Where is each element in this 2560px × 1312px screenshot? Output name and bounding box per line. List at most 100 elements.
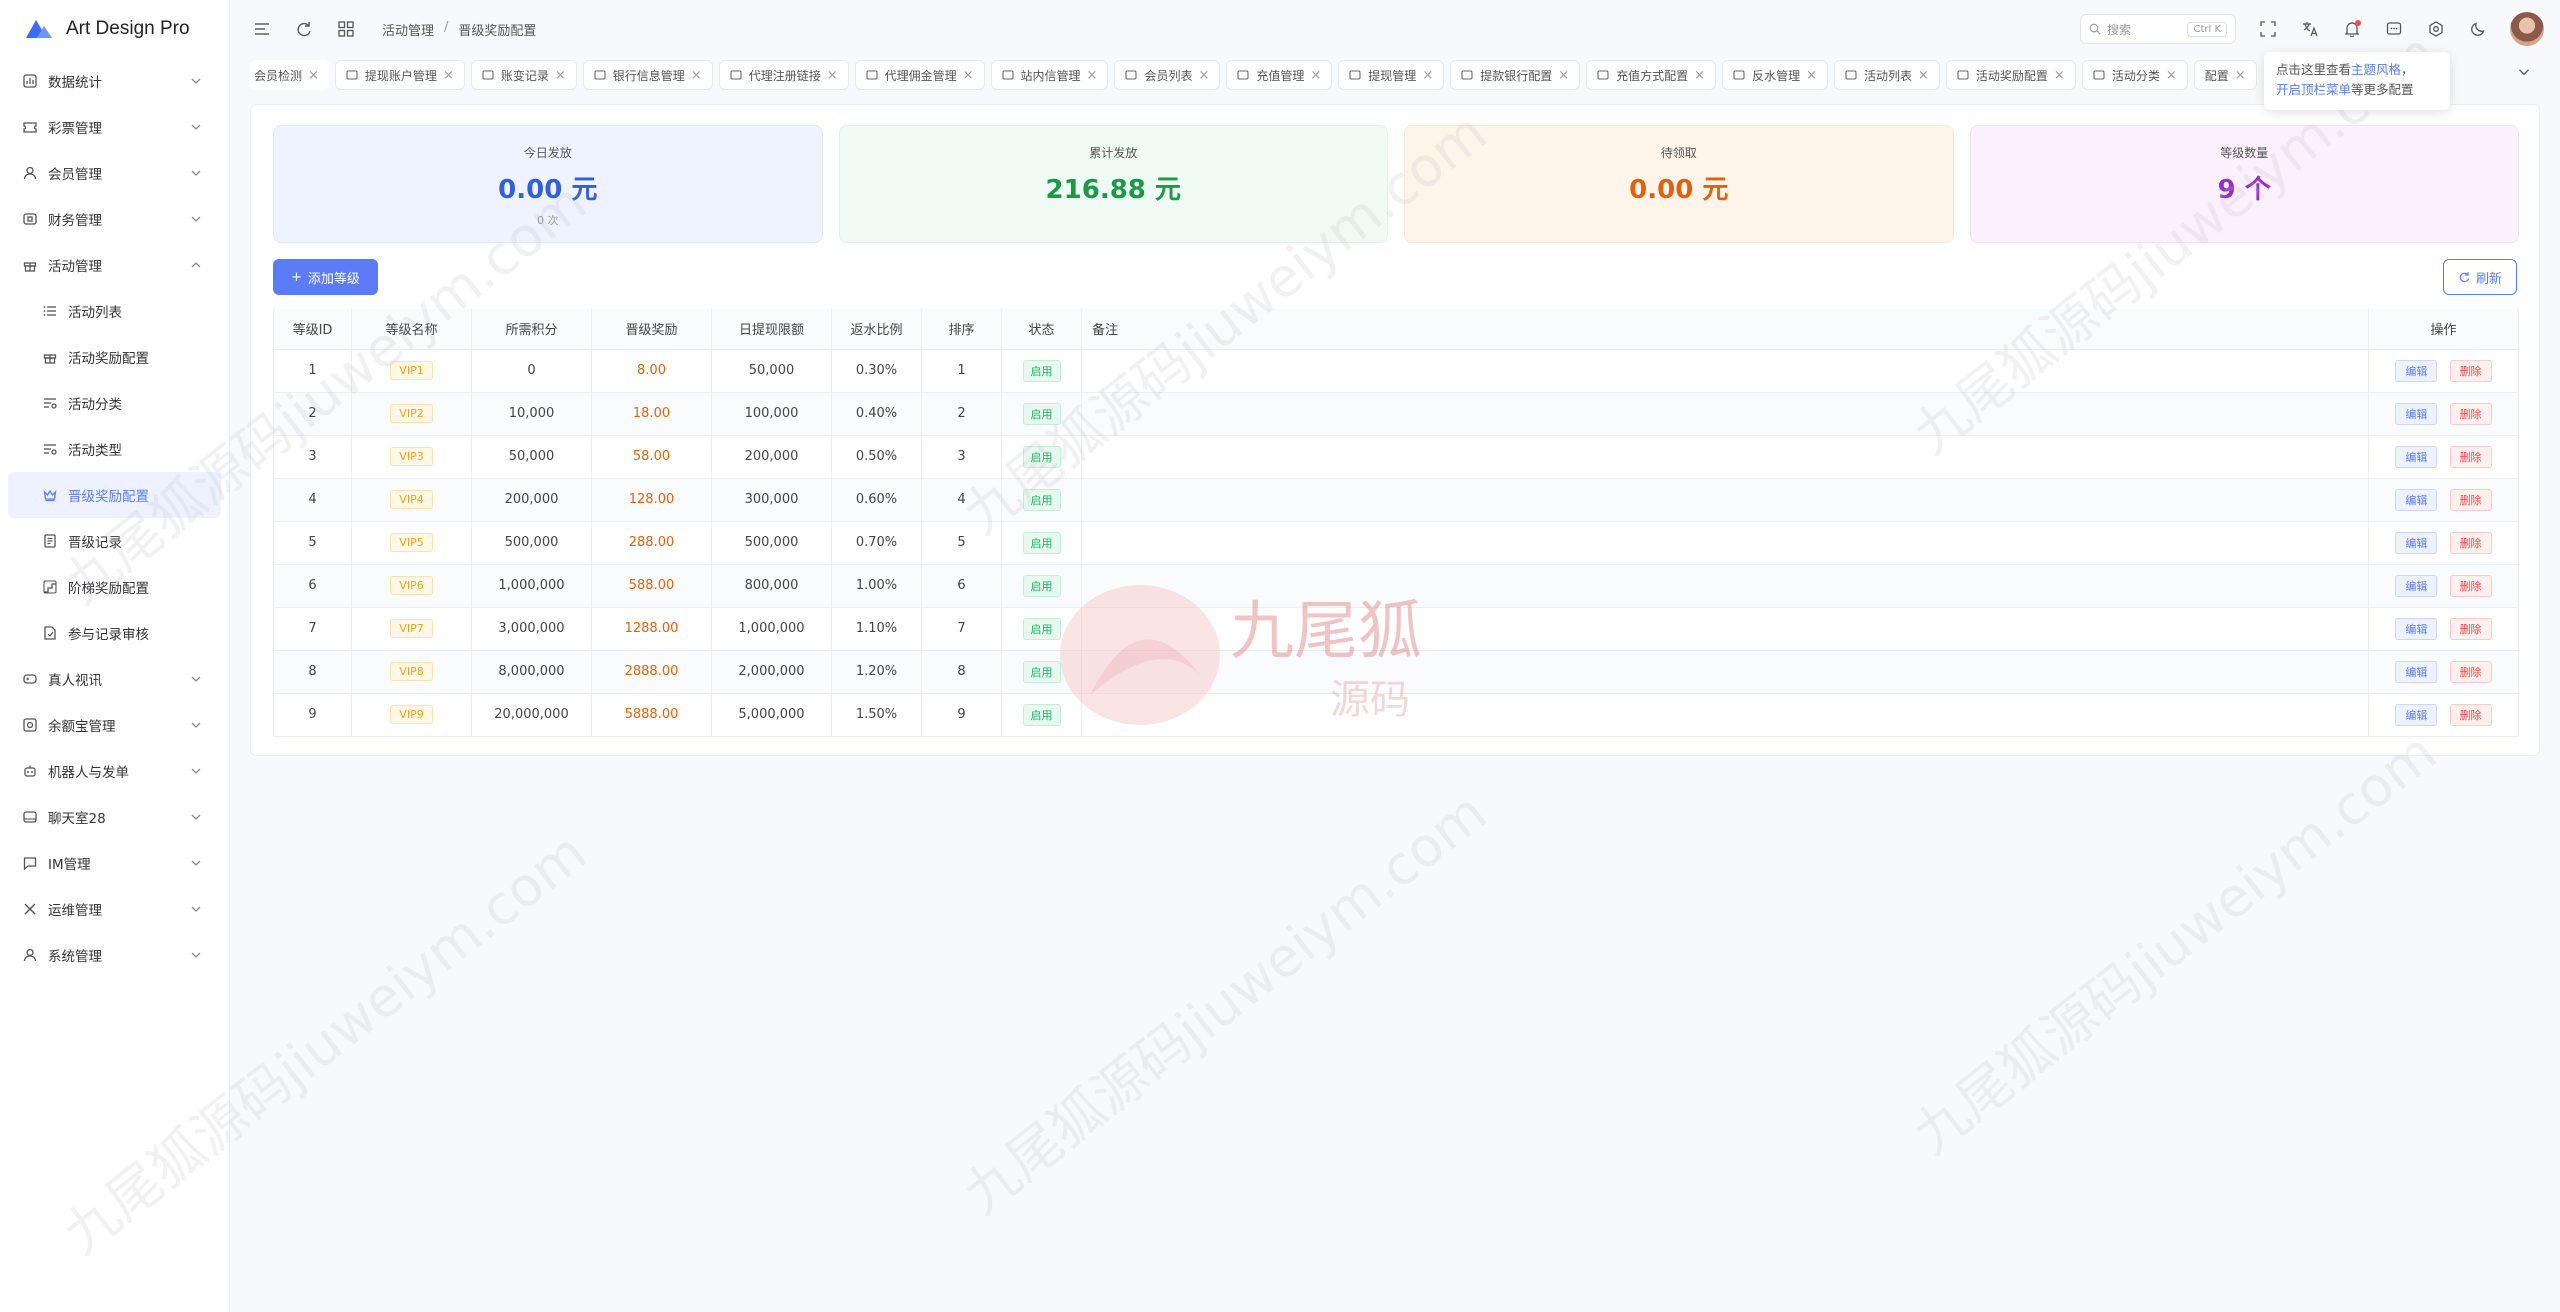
close-icon[interactable]: × <box>1806 68 1817 83</box>
add-level-button[interactable]: + 添加等级 <box>273 259 378 295</box>
edit-button[interactable]: 编辑 <box>2395 617 2438 640</box>
close-icon[interactable]: × <box>308 68 319 83</box>
delete-button[interactable]: 删除 <box>2449 402 2492 425</box>
delete-button[interactable]: 删除 <box>2449 488 2492 511</box>
cell-name: VIP3 <box>351 435 472 479</box>
close-icon[interactable]: × <box>963 68 974 83</box>
close-icon[interactable]: × <box>1918 68 1929 83</box>
edit-button[interactable]: 编辑 <box>2395 488 2438 511</box>
sidebar-subitem-activity-list[interactable]: 活动列表 <box>0 288 229 334</box>
sidebar-item-yuebao[interactable]: 余额宝管理 <box>0 702 229 748</box>
cell-sort: 1 <box>921 349 1002 393</box>
tab-item[interactable]: 充值方式配置 × <box>1586 60 1717 90</box>
cell-reward: 128.00 <box>591 478 712 522</box>
close-icon[interactable]: × <box>1198 68 1209 83</box>
sidebar-item-chatroom[interactable]: 聊天室28 <box>0 794 229 840</box>
close-icon[interactable]: × <box>2235 68 2246 83</box>
close-icon[interactable]: × <box>1558 68 1569 83</box>
sidebar-item-data-stats[interactable]: 数据统计 <box>0 58 229 104</box>
edit-button[interactable]: 编辑 <box>2395 660 2438 683</box>
sidebar-item-system[interactable]: 系统管理 <box>0 932 229 978</box>
close-icon[interactable]: × <box>1310 68 1321 83</box>
sidebar-subitem-promotion-record[interactable]: 晋级记录 <box>0 518 229 564</box>
close-icon[interactable]: × <box>443 68 454 83</box>
cell-limit: 50,000 <box>711 349 832 393</box>
tab-item[interactable]: 代理佣金管理 × <box>854 60 985 90</box>
sidebar-item-ops[interactable]: 运维管理 <box>0 886 229 932</box>
close-icon[interactable]: × <box>2054 68 2065 83</box>
chevron-down-icon <box>191 814 201 820</box>
user-avatar[interactable] <box>2510 12 2544 46</box>
edit-button[interactable]: 编辑 <box>2395 703 2438 726</box>
sidebar-subitem-activity-type[interactable]: 活动类型 <box>0 426 229 472</box>
edit-button[interactable]: 编辑 <box>2395 445 2438 468</box>
tab-item[interactable]: 活动分类 × <box>2081 60 2188 90</box>
sidebar-item-activity[interactable]: 活动管理 <box>0 242 229 288</box>
close-icon[interactable]: × <box>555 68 566 83</box>
delete-button[interactable]: 删除 <box>2449 445 2492 468</box>
cell-reward: 8.00 <box>591 349 712 393</box>
close-icon[interactable]: × <box>1087 68 1098 83</box>
safe-icon <box>22 717 38 733</box>
tab-item[interactable]: 充值管理 × <box>1226 60 1333 90</box>
sidebar-item-live-video[interactable]: 真人视讯 <box>0 656 229 702</box>
sidebar-item-members[interactable]: 会员管理 <box>0 150 229 196</box>
tooltip-link-theme[interactable]: 主题风格 <box>2351 62 2401 77</box>
sidebar-item-lottery[interactable]: 彩票管理 <box>0 104 229 150</box>
tab-item[interactable]: 会员检测 × <box>250 60 329 90</box>
edit-button[interactable]: 编辑 <box>2395 359 2438 382</box>
search-input[interactable]: 搜索 Ctrl K <box>2080 14 2236 44</box>
chat-icon[interactable] <box>2384 19 2404 39</box>
refresh-button[interactable]: 刷新 <box>2442 259 2517 295</box>
menu-fold-icon[interactable] <box>252 19 272 39</box>
chevron-down-icon[interactable] <box>2516 64 2536 84</box>
close-icon[interactable]: × <box>2166 68 2177 83</box>
close-icon[interactable]: × <box>1694 68 1705 83</box>
sidebar-item-finance[interactable]: 财务管理 <box>0 196 229 242</box>
edit-button[interactable]: 编辑 <box>2395 531 2438 554</box>
delete-button[interactable]: 删除 <box>2449 660 2492 683</box>
tab-item[interactable]: 代理注册链接 × <box>718 60 849 90</box>
sidebar-item-robot[interactable]: 机器人与发单 <box>0 748 229 794</box>
delete-button[interactable]: 删除 <box>2449 359 2492 382</box>
delete-button[interactable]: 删除 <box>2449 703 2492 726</box>
tab-item[interactable]: 活动奖励配置 × <box>1945 60 2076 90</box>
notification-bell-icon[interactable] <box>2342 19 2362 39</box>
dark-mode-icon[interactable] <box>2468 19 2488 39</box>
settings-gear-icon[interactable] <box>2426 19 2446 39</box>
sidebar-subitem-participation-review[interactable]: 参与记录审核 <box>0 610 229 656</box>
sidebar-subitem-activity-category[interactable]: 活动分类 <box>0 380 229 426</box>
delete-button[interactable]: 删除 <box>2449 617 2492 640</box>
tab-item[interactable]: 提款银行配置 × <box>1450 60 1581 90</box>
sidebar-item-im[interactable]: IM管理 <box>0 840 229 886</box>
sidebar-item-label: 聊天室28 <box>48 811 106 827</box>
tab-item[interactable]: 会员列表 × <box>1114 60 1221 90</box>
tab-item[interactable]: 银行信息管理 × <box>582 60 713 90</box>
tab-item[interactable]: 账变记录 × <box>470 60 577 90</box>
cell-points: 50,000 <box>471 435 592 479</box>
sidebar-subitem-activity-reward[interactable]: 活动奖励配置 <box>0 334 229 380</box>
close-icon[interactable]: × <box>827 68 838 83</box>
app-logo[interactable]: Art Design Pro <box>0 0 229 58</box>
grid-icon[interactable] <box>336 19 356 39</box>
sidebar-subitem-ladder-reward[interactable]: 阶梯奖励配置 <box>0 564 229 610</box>
fullscreen-icon[interactable] <box>2258 19 2278 39</box>
tab-item[interactable]: 站内信管理 × <box>990 60 1109 90</box>
close-icon[interactable]: × <box>1422 68 1433 83</box>
sidebar-subitem-promotion-reward[interactable]: 晋级奖励配置 <box>8 472 221 518</box>
edit-button[interactable]: 编辑 <box>2395 574 2438 597</box>
edit-button[interactable]: 编辑 <box>2395 402 2438 425</box>
tab-item[interactable]: 提现账户管理 × <box>334 60 465 90</box>
delete-button[interactable]: 删除 <box>2449 574 2492 597</box>
tooltip-link-topbar[interactable]: 开启顶栏菜单 <box>2276 82 2351 97</box>
tab-item[interactable]: 活动列表 × <box>1833 60 1940 90</box>
close-icon[interactable]: × <box>691 68 702 83</box>
tab-item[interactable]: 反水管理 × <box>1722 60 1828 90</box>
tab-item-partial[interactable]: 配置 × <box>2193 60 2257 90</box>
delete-button[interactable]: 删除 <box>2449 531 2492 554</box>
table-row: 7 VIP7 3,000,000 1288.00 1,000,000 1.10%… <box>273 607 2519 651</box>
refresh-icon[interactable] <box>294 19 314 39</box>
translate-icon[interactable] <box>2300 19 2320 39</box>
tab-item[interactable]: 提现管理 × <box>1338 60 1445 90</box>
breadcrumb-item[interactable]: 活动管理 <box>382 20 434 39</box>
